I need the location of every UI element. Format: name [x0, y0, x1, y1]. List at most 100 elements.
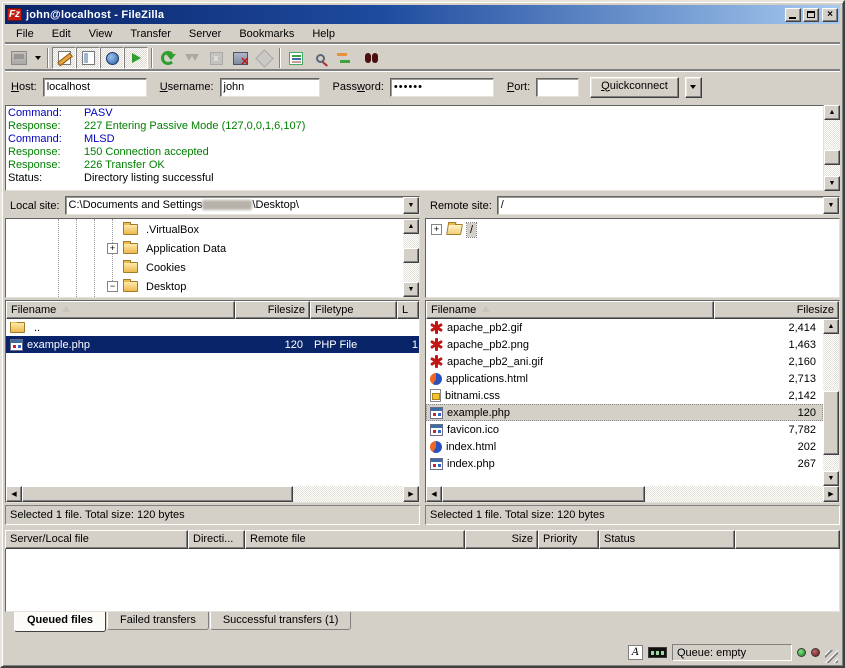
local-column-filetype[interactable]: Filetype	[310, 301, 397, 319]
local-column-filesize[interactable]: Filesize	[235, 301, 310, 319]
title-bar[interactable]: Fz john@localhost - FileZilla ×	[5, 5, 840, 24]
scroll-up-button[interactable]: ▲	[824, 105, 840, 120]
reconnect-button[interactable]	[252, 47, 276, 69]
local-tree-vertical-scrollbar[interactable]: ▲ ▼	[403, 219, 419, 297]
tree-expand-icon[interactable]: +	[107, 243, 118, 254]
remote-pane: Remote site: / ▼ +/ Filename Filesize	[425, 195, 840, 525]
tree-item-root[interactable]: +/	[426, 220, 839, 239]
remote-file-row[interactable]: bitnami.css 2,142	[426, 387, 823, 404]
toggle-message-log-button[interactable]	[52, 47, 76, 69]
scrollbar-thumb[interactable]	[823, 391, 839, 455]
port-input[interactable]	[536, 78, 579, 97]
tab-failed-transfers[interactable]: Failed transfers	[107, 612, 209, 630]
site-manager-dropdown-button[interactable]	[31, 47, 44, 69]
remote-site-combo[interactable]: / ▼	[497, 196, 840, 215]
css-file-icon	[430, 389, 441, 402]
local-horizontal-scrollbar[interactable]: ◀ ▶	[6, 486, 419, 502]
local-site-path[interactable]: C:\Documents and Settings\Desktop\	[66, 197, 403, 214]
queue-column-status[interactable]: Status	[599, 530, 735, 549]
menu-server[interactable]: Server	[180, 26, 230, 43]
site-manager-button[interactable]	[7, 47, 31, 69]
remote-file-row[interactable]: favicon.ico 7,782	[426, 421, 823, 438]
menu-transfer[interactable]: Transfer	[121, 26, 180, 43]
scroll-right-button[interactable]: ▶	[403, 486, 419, 502]
menu-view[interactable]: View	[80, 26, 122, 43]
local-file-row-example-php[interactable]: example.php 120 PHP File 1	[6, 336, 419, 353]
resize-grip[interactable]	[825, 650, 838, 663]
scrollbar-thumb[interactable]	[22, 486, 293, 502]
toggle-remote-tree-button[interactable]	[100, 47, 124, 69]
remote-column-filename[interactable]: Filename	[426, 301, 714, 319]
disconnect-button[interactable]	[228, 47, 252, 69]
tree-expand-icon[interactable]: +	[431, 224, 442, 235]
process-queue-button[interactable]	[180, 47, 204, 69]
toggle-queue-button[interactable]	[124, 47, 148, 69]
local-file-row-parent[interactable]: ..	[6, 319, 419, 336]
scroll-left-button[interactable]: ◀	[426, 486, 442, 502]
scrollbar-thumb[interactable]	[442, 486, 645, 502]
cancel-operation-button[interactable]: x	[204, 47, 228, 69]
tab-successful-transfers[interactable]: Successful transfers (1)	[210, 612, 352, 630]
menu-help[interactable]: Help	[303, 26, 344, 43]
local-site-combo[interactable]: C:\Documents and Settings\Desktop\ ▼	[65, 196, 420, 215]
menu-edit[interactable]: Edit	[43, 26, 80, 43]
scrollbar-thumb[interactable]	[824, 150, 840, 166]
cancel-icon: x	[210, 52, 223, 65]
remote-file-row[interactable]: apache_pb2.gif 2,414	[426, 319, 823, 336]
password-input[interactable]: ••••••	[390, 78, 494, 97]
queue-column-size[interactable]: Size	[465, 530, 538, 549]
queue-column-priority[interactable]: Priority	[538, 530, 599, 549]
host-input[interactable]: localhost	[43, 78, 147, 97]
remote-file-row-example-php[interactable]: example.php 120	[426, 404, 823, 421]
maximize-button[interactable]	[803, 8, 819, 22]
remote-horizontal-scrollbar[interactable]: ◀ ▶	[426, 486, 839, 502]
tree-item-cookies[interactable]: Cookies	[6, 258, 403, 277]
local-site-label: Local site:	[5, 200, 65, 212]
minimize-button[interactable]	[785, 8, 801, 22]
synchronized-browsing-button[interactable]	[332, 47, 356, 69]
toolbar-separator	[279, 48, 281, 68]
directory-comparison-button[interactable]	[308, 47, 332, 69]
scrollbar-thumb[interactable]	[403, 248, 419, 263]
ico-file-icon	[430, 424, 443, 436]
queue-body[interactable]	[5, 549, 840, 612]
scroll-down-button[interactable]: ▼	[823, 471, 839, 486]
remote-site-dropdown-button[interactable]: ▼	[823, 197, 839, 214]
tree-item-application-data[interactable]: +Application Data	[6, 239, 403, 258]
queue-column-direction[interactable]: Directi...	[188, 530, 245, 549]
remote-site-path[interactable]: /	[498, 197, 823, 214]
tree-collapse-icon[interactable]: −	[107, 281, 118, 292]
menu-file[interactable]: File	[7, 26, 43, 43]
queue-column-server-local-file[interactable]: Server/Local file	[5, 530, 188, 549]
remote-file-row[interactable]: index.html 202	[426, 438, 823, 455]
find-files-button[interactable]	[356, 47, 380, 69]
quickconnect-button[interactable]: Quickconnect	[590, 77, 679, 98]
menu-bookmarks[interactable]: Bookmarks	[230, 26, 303, 43]
username-input[interactable]: john	[220, 78, 320, 97]
remote-column-filesize[interactable]: Filesize	[714, 301, 839, 319]
local-site-dropdown-button[interactable]: ▼	[403, 197, 419, 214]
local-column-filename[interactable]: Filename	[6, 301, 235, 319]
scroll-down-button[interactable]: ▼	[824, 176, 840, 191]
filter-button[interactable]	[284, 47, 308, 69]
remote-file-row[interactable]: index.php 267	[426, 455, 823, 472]
remote-file-row[interactable]: apache_pb2.png 1,463	[426, 336, 823, 353]
remote-list-vertical-scrollbar[interactable]: ▲ ▼	[823, 319, 839, 486]
refresh-button[interactable]	[156, 47, 180, 69]
log-vertical-scrollbar[interactable]: ▲ ▼	[824, 105, 840, 191]
remote-file-row[interactable]: applications.html 2,713	[426, 370, 823, 387]
scroll-up-button[interactable]: ▲	[403, 219, 419, 234]
scroll-down-button[interactable]: ▼	[403, 282, 419, 297]
local-column-last-modified[interactable]: L	[397, 301, 419, 319]
tab-queued-files[interactable]: Queued files	[14, 612, 106, 632]
quickconnect-dropdown-button[interactable]	[685, 77, 702, 98]
toggle-local-tree-button[interactable]	[76, 47, 100, 69]
queue-column-remote-file[interactable]: Remote file	[245, 530, 465, 549]
remote-file-row[interactable]: apache_pb2_ani.gif 2,160	[426, 353, 823, 370]
close-button[interactable]: ×	[822, 8, 838, 22]
scroll-left-button[interactable]: ◀	[6, 486, 22, 502]
tree-item-desktop[interactable]: −Desktop	[6, 277, 403, 296]
scroll-up-button[interactable]: ▲	[823, 319, 839, 334]
scroll-right-button[interactable]: ▶	[823, 486, 839, 502]
tree-item-virtualbox[interactable]: .VirtualBox	[6, 220, 403, 239]
